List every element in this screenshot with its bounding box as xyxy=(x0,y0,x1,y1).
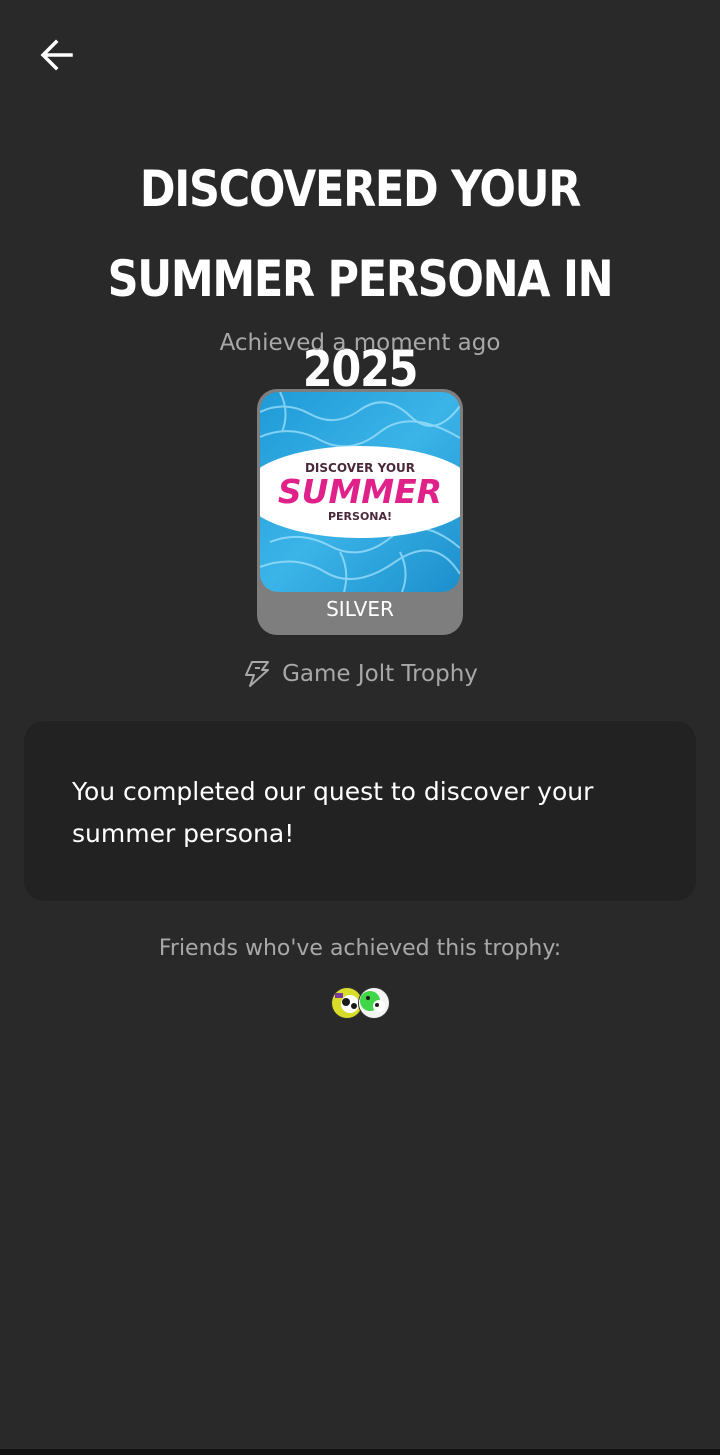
trophy-image: DISCOVER YOUR SUMMER PERSONA! xyxy=(260,392,460,592)
arrow-left-icon xyxy=(40,39,73,71)
description-card: You completed our quest to discover your… xyxy=(24,721,696,901)
trophy-source-label: Game Jolt Trophy xyxy=(282,661,478,687)
friends-avatars[interactable] xyxy=(331,987,391,1019)
trophy-title: DISCOVERED YOUR SUMMER PERSONA IN 2025 xyxy=(107,160,614,398)
achieved-time: Achieved a moment ago xyxy=(219,330,501,356)
svg-text:SUMMER: SUMMER xyxy=(278,472,442,511)
game-jolt-icon xyxy=(245,661,270,687)
trophy-source: Game Jolt Trophy xyxy=(0,660,720,688)
friend-avatar[interactable] xyxy=(358,987,390,1019)
trophy-description: You completed our quest to discover your… xyxy=(72,777,594,848)
friends-label: Friends who've achieved this trophy: xyxy=(158,936,562,961)
svg-text:PERSONA!: PERSONA! xyxy=(328,510,392,523)
system-nav-bar xyxy=(0,1449,720,1455)
back-button[interactable] xyxy=(30,32,82,78)
trophy-tier-label: SILVER xyxy=(326,597,394,621)
trophy-card[interactable]: DISCOVER YOUR SUMMER PERSONA! SILVER xyxy=(257,389,463,635)
